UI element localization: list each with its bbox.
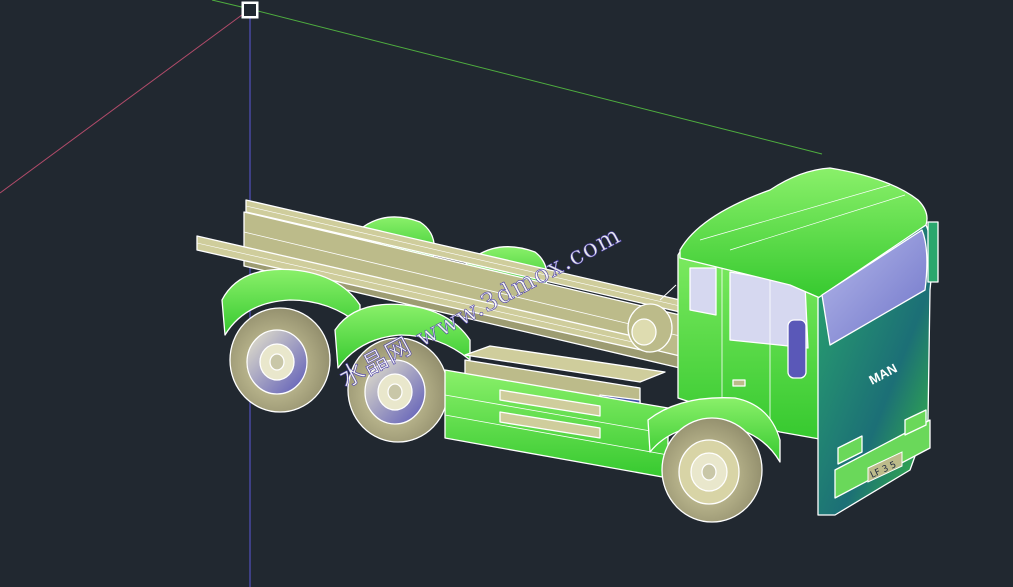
truck-model[interactable]: [196, 167, 939, 523]
axis-x-line: [249, 8, 823, 155]
cad-viewport[interactable]: MAN LF 3 5 水晶网 www.3dmox.com: [0, 0, 1013, 587]
ucs-origin-grip-inner: [244, 4, 256, 16]
side-mirror: [787, 319, 807, 379]
model-canvas[interactable]: MAN LF 3 5 水晶网 www.3dmox.com: [0, 0, 1013, 587]
axis-z-line: [0, 8, 251, 194]
rear-wheel-1: [229, 307, 331, 413]
front-wheel: [661, 417, 763, 523]
